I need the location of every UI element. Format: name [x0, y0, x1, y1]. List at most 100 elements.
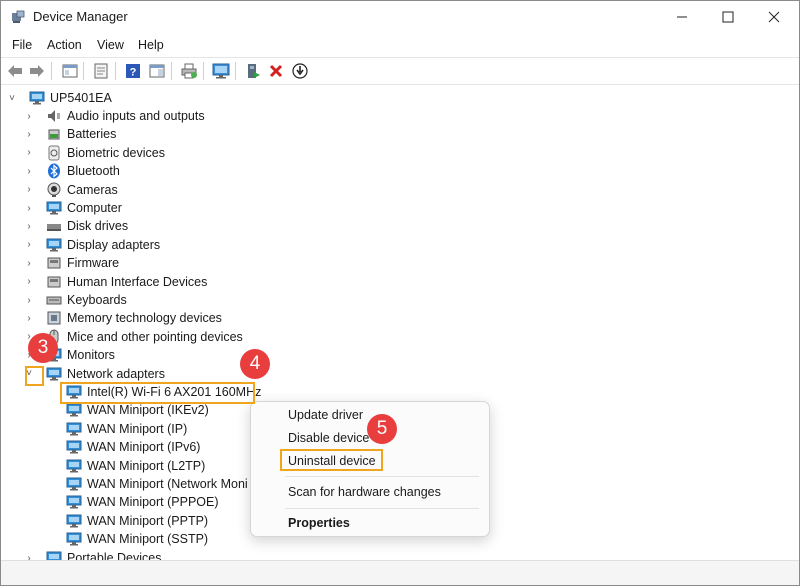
horizontal-scrollbar[interactable] [1, 560, 799, 585]
tree-item[interactable]: Network adapters [46, 365, 165, 383]
collapse-chevron-icon[interactable]: ˅ [7, 89, 17, 107]
keyboard-icon [46, 296, 62, 305]
tree-item[interactable]: Audio inputs and outputs [46, 107, 205, 125]
tree-item[interactable]: Biometric devices [46, 144, 165, 162]
close-icon [768, 11, 780, 23]
device-manager-window: Device Manager File Action View Help ? ˅… [0, 0, 800, 586]
tree-item-label: Cameras [67, 182, 118, 197]
tree-item[interactable]: Disk drives [46, 217, 128, 235]
network-adapter-item-label: WAN Miniport (Network Moni [87, 477, 248, 491]
tree-item-label: Disk drives [67, 219, 129, 234]
menu-help[interactable]: Help [138, 38, 164, 52]
highlight-wifi-adapter [60, 382, 255, 404]
network-adapter-item[interactable]: WAN Miniport (L2TP) [66, 457, 205, 475]
expand-chevron-icon[interactable]: › [24, 217, 34, 235]
minimize-icon [677, 16, 687, 18]
back-icon [8, 65, 22, 77]
tree-item-label: Batteries [67, 127, 117, 142]
maximize-button[interactable] [705, 1, 751, 33]
back-button[interactable] [6, 62, 24, 80]
tree-item[interactable]: Firmware [46, 254, 119, 272]
disk-icon [47, 224, 61, 232]
tree-item[interactable]: Bluetooth [46, 162, 120, 180]
step-badge-3: 3 [28, 333, 58, 363]
expand-chevron-icon[interactable]: › [24, 144, 34, 162]
network-adapter-item[interactable]: WAN Miniport (SSTP) [66, 530, 208, 548]
expand-chevron-icon[interactable]: › [24, 181, 34, 199]
tree-item-label: Keyboards [67, 293, 127, 307]
network-adapter-item-label: WAN Miniport (IPv6) [87, 440, 201, 455]
battery-icon [48, 129, 60, 140]
network-icon [66, 459, 82, 473]
expand-chevron-icon[interactable]: › [24, 273, 34, 291]
device-manager-app-icon [12, 10, 25, 23]
computer-icon [46, 201, 62, 215]
network-icon [66, 422, 82, 436]
highlight-expand-network [25, 366, 44, 386]
help-button[interactable]: ? [124, 62, 142, 80]
scan-monitor-button[interactable] [212, 62, 230, 80]
update-driver-icon [248, 64, 260, 78]
update-driver-button[interactable] [244, 62, 262, 80]
monitor-icon [212, 63, 230, 79]
menu-action[interactable]: Action [47, 38, 82, 52]
tree-item[interactable]: Cameras [46, 181, 118, 199]
network-adapter-item[interactable]: WAN Miniport (Network Moni [66, 475, 248, 493]
tree-root[interactable]: UP5401EA [29, 89, 112, 107]
computer-icon [29, 91, 45, 105]
print-button[interactable] [180, 62, 198, 80]
tree-item-label: Mice and other pointing devices [67, 329, 243, 344]
tree-item[interactable]: Keyboards [46, 291, 127, 309]
network-adapter-item-label: WAN Miniport (PPTP) [87, 513, 209, 528]
tree-item[interactable]: Memory technology devices [46, 309, 222, 327]
network-adapter-item[interactable]: WAN Miniport (IPv6) [66, 438, 200, 456]
tree-item-label: Audio inputs and outputs [67, 109, 205, 123]
tree-item-label: Memory technology devices [67, 311, 222, 326]
uninstall-button[interactable] [267, 62, 285, 80]
menu-scan-hardware[interactable]: Scan for hardware changes [288, 485, 441, 499]
close-button[interactable] [751, 1, 797, 33]
expand-chevron-icon[interactable]: › [24, 291, 34, 309]
forward-button[interactable] [28, 62, 46, 80]
tree-item[interactable]: Display adapters [46, 236, 160, 254]
tree-item[interactable]: Batteries [46, 125, 116, 143]
highlight-uninstall-device [280, 449, 383, 471]
title-bar: Device Manager [1, 1, 799, 33]
expand-chevron-icon[interactable]: › [24, 125, 34, 143]
hid-icon [47, 276, 61, 288]
expand-chevron-icon[interactable]: › [24, 254, 34, 272]
network-icon [66, 495, 82, 509]
network-icon [66, 514, 82, 528]
step-badge-4: 4 [240, 349, 270, 379]
network-adapter-item-label: WAN Miniport (IKEv2) [87, 403, 209, 418]
menu-disable-device[interactable]: Disable device [288, 431, 369, 445]
expand-chevron-icon[interactable]: › [24, 162, 34, 180]
expand-chevron-icon[interactable]: › [24, 236, 34, 254]
properties-button[interactable] [92, 62, 110, 80]
network-adapter-item[interactable]: WAN Miniport (IP) [66, 420, 187, 438]
network-adapter-item[interactable]: WAN Miniport (PPTP) [66, 512, 208, 530]
scan-icon [292, 63, 308, 79]
tree-item[interactable]: Computer [46, 199, 122, 217]
minimize-button[interactable] [659, 1, 705, 33]
show-hide-tree-button[interactable] [61, 62, 79, 80]
tree-item-label: Computer [67, 201, 122, 215]
menu-view[interactable]: View [97, 38, 124, 52]
expand-chevron-icon[interactable]: › [24, 309, 34, 327]
tree-item[interactable]: Mice and other pointing devices [46, 328, 243, 346]
menu-file[interactable]: File [12, 38, 32, 52]
expand-chevron-icon[interactable]: › [24, 107, 34, 125]
scan-changes-button[interactable] [291, 62, 309, 80]
camera-icon [47, 182, 61, 197]
menu-properties[interactable]: Properties [288, 516, 350, 530]
network-icon [46, 367, 62, 381]
network-icon [66, 477, 82, 491]
action-pane-button[interactable] [148, 62, 166, 80]
tree-item[interactable]: Human Interface Devices [46, 273, 207, 291]
network-adapter-item[interactable]: WAN Miniport (IKEv2) [66, 401, 209, 419]
network-adapter-item[interactable]: WAN Miniport (PPPOE) [66, 493, 219, 511]
menu-update-driver[interactable]: Update driver [288, 408, 363, 422]
help-icon: ? [126, 64, 140, 79]
tree-root-label: UP5401EA [50, 91, 112, 105]
expand-chevron-icon[interactable]: › [24, 199, 34, 217]
